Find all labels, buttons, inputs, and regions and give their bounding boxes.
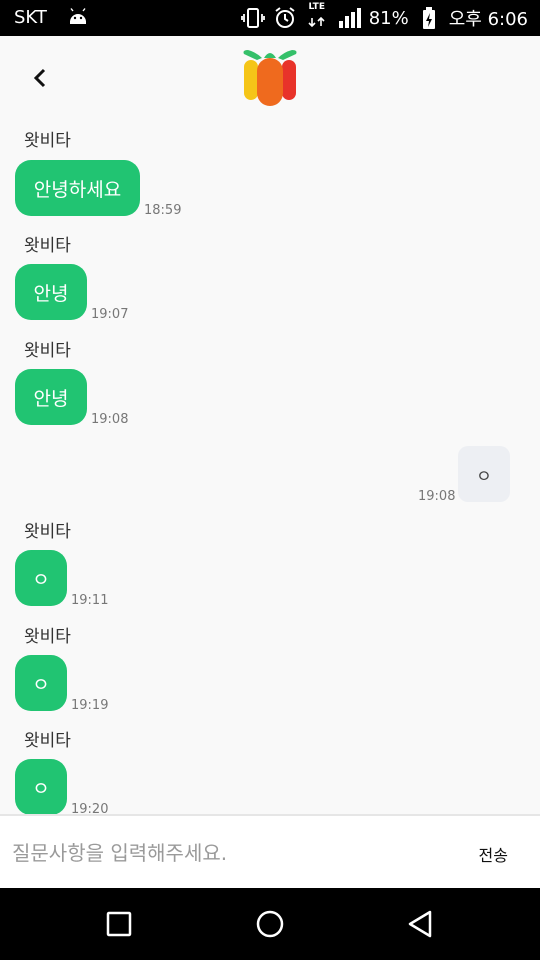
square-recent-icon[interactable] [99,904,139,944]
vibrate-icon [240,8,265,28]
triangle-back-icon[interactable] [400,904,440,944]
battery-percent: 81% [368,7,409,29]
message-bubble-outgoing: ㅇ [458,446,510,502]
message-text: ㅇ [476,466,492,487]
message-text: ㅇ [32,568,50,591]
carrier-label: SKT [14,7,47,28]
message-text: ㅇ [32,777,50,800]
message-time: 19:08 [91,412,129,427]
message-text: ㅇ [32,673,50,696]
alarm-icon [275,7,295,28]
lte-indicator: LTE [305,3,329,33]
message-time: 19:08 [418,489,456,504]
message-input[interactable] [12,834,442,872]
message-text: 안녕하세요 [33,178,122,201]
chevron-left-icon[interactable] [22,60,58,96]
vegetable-logo-icon [243,50,297,106]
message-text: 안녕 [33,282,69,305]
android-icon [70,8,86,24]
message-bubble-incoming: ㅇ [15,550,67,606]
circle-home-icon[interactable] [250,904,290,944]
message-sender: 왓비타 [24,341,71,361]
message-sender: 왓비타 [24,131,71,151]
message-bubble-incoming: 안녕하세요 [15,160,140,216]
message-time: 19:07 [91,307,129,322]
message-bubble-incoming: 안녕 [15,264,87,320]
message-time: 19:19 [71,698,109,713]
message-time: 19:20 [71,802,109,814]
message-time: 19:11 [71,593,109,608]
message-sender: 왓비타 [24,731,71,751]
battery-charging-icon [422,7,435,29]
message-sender: 왓비타 [24,522,71,542]
data-arrows-icon [308,16,325,28]
message-bubble-incoming: 안녕 [15,369,87,425]
signal-icon [338,8,361,28]
status-bar: SKT LTE 81% 오후 6:06 [0,0,540,36]
navigation-bar [0,888,540,960]
message-input-bar: 전송 [0,814,540,888]
message-sender: 왓비타 [24,236,71,256]
send-button[interactable]: 전송 [479,842,508,866]
app-header [0,36,540,118]
message-bubble-incoming: ㅇ [15,759,67,814]
clock: 오후 6:06 [448,9,528,30]
message-time: 18:59 [144,203,182,218]
message-bubble-incoming: ㅇ [15,655,67,711]
message-sender: 왓비타 [24,627,71,647]
message-text: 안녕 [33,387,69,410]
chat-list[interactable]: 왓비타 안녕하세요 18:59 왓비타 안녕 19:07 왓비타 안녕 19:0… [0,118,540,814]
